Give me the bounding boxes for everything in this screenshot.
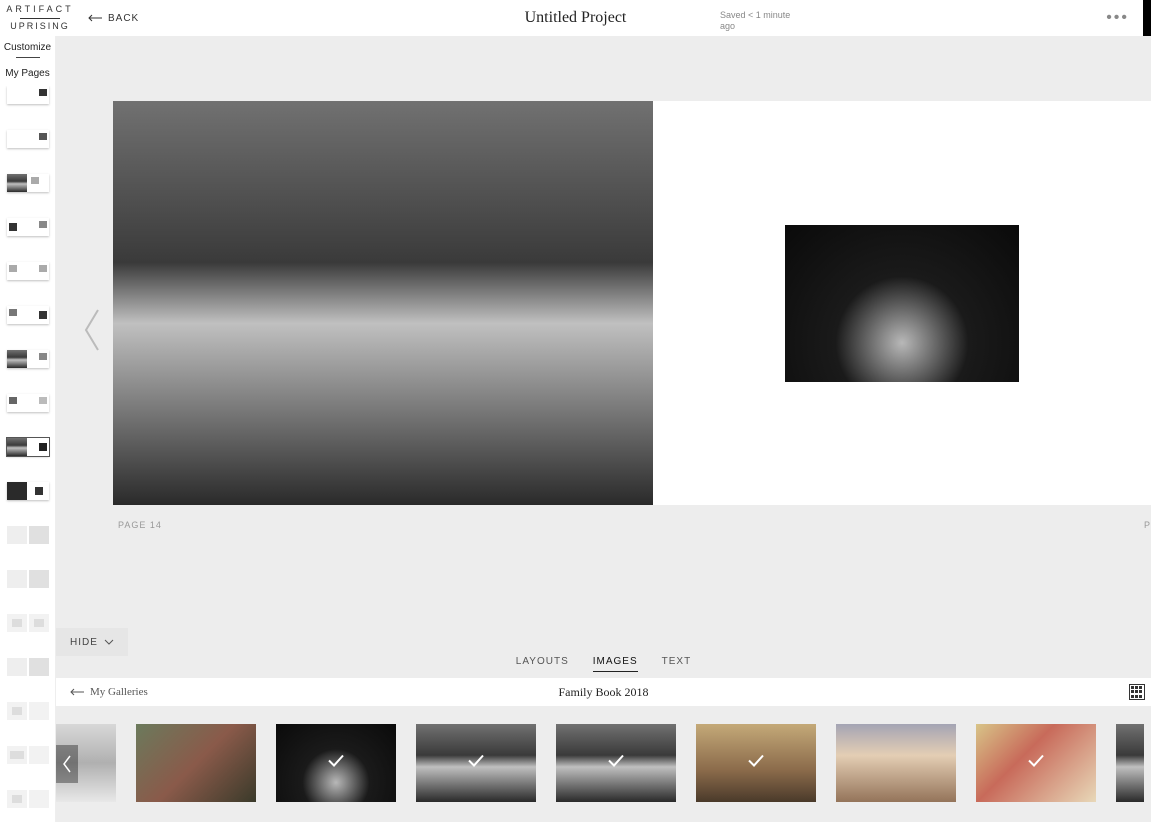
gallery-header: My Galleries Family Book 2018 [56, 678, 1151, 706]
gallery-back-button[interactable]: My Galleries [70, 686, 148, 698]
back-button[interactable]: BACK [88, 13, 139, 24]
tab-layouts[interactable]: LAYOUTS [516, 656, 569, 672]
arrow-left-icon [88, 14, 102, 22]
tab-my-pages[interactable]: My Pages [0, 62, 55, 83]
gallery-image[interactable] [696, 724, 816, 802]
gallery-image[interactable] [276, 724, 396, 802]
panel-tabs: LAYOUTS IMAGES TEXT [56, 642, 1151, 672]
gallery-image[interactable] [416, 724, 536, 802]
page-thumb[interactable] [7, 306, 49, 324]
check-icon [745, 750, 767, 777]
logo-line2: UPRISING [0, 20, 80, 34]
gallery-back-label: My Galleries [90, 686, 148, 698]
prev-spread-button[interactable] [80, 306, 104, 359]
brand-logo: ARTIFACT UPRISING [0, 3, 80, 33]
photo-slot-centered[interactable] [785, 225, 1019, 382]
header-actions: ••• [1106, 0, 1151, 36]
page-thumb[interactable] [7, 262, 49, 280]
page-right[interactable] [653, 101, 1151, 505]
gallery-image[interactable] [136, 724, 256, 802]
saved-status: Saved < 1 minute ago [720, 10, 791, 32]
page-thumb[interactable] [7, 526, 49, 544]
gallery-image[interactable] [836, 724, 956, 802]
check-icon [605, 750, 627, 777]
sidebar-tab-divider [16, 57, 40, 58]
tab-text[interactable]: TEXT [662, 656, 692, 672]
logo-divider [20, 18, 60, 19]
bottom-panel: HIDE LAYOUTS IMAGES TEXT My Galleries Fa… [56, 642, 1151, 822]
editor-canvas: PAGE 14 P [56, 36, 1151, 662]
strip-prev-button[interactable] [56, 745, 78, 783]
page-thumb[interactable] [7, 702, 49, 720]
grid-view-button[interactable] [1129, 684, 1145, 700]
page-thumb[interactable] [7, 174, 49, 192]
page-thumb[interactable] [7, 218, 49, 236]
project-title[interactable]: Untitled Project [525, 9, 627, 27]
page-left[interactable] [113, 101, 653, 505]
page-thumbnails [0, 86, 55, 822]
hide-panel-button[interactable]: HIDE [56, 628, 128, 656]
gallery-image[interactable] [1116, 724, 1144, 802]
tab-customize[interactable]: Customize [0, 36, 55, 57]
hide-label: HIDE [70, 637, 98, 648]
page-number-left: PAGE 14 [118, 520, 162, 530]
logo-line1: ARTIFACT [0, 3, 80, 17]
page-thumb[interactable] [7, 614, 49, 632]
page-thumb[interactable] [7, 658, 49, 676]
more-menu-button[interactable]: ••• [1106, 9, 1129, 27]
page-thumb[interactable] [7, 746, 49, 764]
image-strip [56, 706, 1151, 822]
photo-slot-full-bleed[interactable] [113, 101, 653, 505]
page-spread [113, 101, 1151, 505]
page-thumb[interactable] [7, 394, 49, 412]
page-thumb[interactable] [7, 86, 49, 104]
check-icon [465, 750, 487, 777]
page-number-right: P [1144, 520, 1151, 530]
page-thumb[interactable] [7, 790, 49, 808]
gallery-title: Family Book 2018 [558, 685, 648, 700]
page-thumb[interactable] [7, 570, 49, 588]
check-icon [1025, 750, 1047, 777]
chevron-down-icon [104, 639, 114, 645]
header: ARTIFACT UPRISING BACK Untitled Project … [0, 0, 1151, 36]
sidebar: Customize My Pages [0, 36, 56, 822]
page-thumb[interactable] [7, 350, 49, 368]
right-edge-handle[interactable] [1143, 0, 1151, 36]
gallery-image[interactable] [556, 724, 676, 802]
check-icon [325, 750, 347, 777]
tab-images[interactable]: IMAGES [593, 656, 638, 672]
gallery-image[interactable] [976, 724, 1096, 802]
page-thumb[interactable] [7, 438, 49, 456]
page-thumb[interactable] [7, 130, 49, 148]
page-thumb[interactable] [7, 482, 49, 500]
arrow-left-icon [70, 688, 84, 696]
back-label: BACK [108, 13, 139, 24]
